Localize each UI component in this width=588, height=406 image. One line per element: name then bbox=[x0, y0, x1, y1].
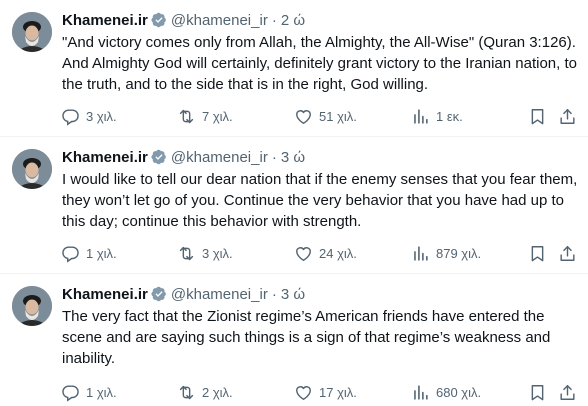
separator-dot: · bbox=[271, 11, 277, 29]
reply-count: 1 χιλ. bbox=[86, 384, 117, 400]
like-icon bbox=[296, 385, 311, 400]
user-handle[interactable]: @khamenei_ir bbox=[171, 12, 268, 29]
reply-button[interactable]: 1 χιλ. bbox=[61, 241, 117, 265]
tweet-feed: Khamenei.ir @khamenei_ir · 2 ώ "And vict… bbox=[0, 0, 588, 406]
views-count: 1 εκ. bbox=[436, 108, 463, 124]
like-count: 24 χιλ. bbox=[319, 245, 357, 261]
repost-button[interactable]: 2 χιλ. bbox=[177, 380, 233, 404]
like-button[interactable]: 51 χιλ. bbox=[294, 104, 357, 128]
avatar[interactable] bbox=[12, 12, 52, 52]
bookmark-button[interactable] bbox=[528, 241, 547, 265]
verified-badge-icon bbox=[151, 149, 166, 165]
reply-icon bbox=[62, 245, 79, 263]
reply-icon bbox=[62, 108, 79, 126]
tweet-text: I would like to tell our dear nation tha… bbox=[62, 171, 578, 230]
share-icon bbox=[560, 384, 575, 400]
action-bar: 1 χιλ. 2 χιλ. 17 χιλ. 680 χιλ. bbox=[55, 380, 588, 404]
repost-count: 7 χιλ. bbox=[202, 108, 233, 124]
reply-count: 3 χιλ. bbox=[86, 108, 117, 124]
views-count: 879 χιλ. bbox=[436, 245, 482, 261]
timestamp[interactable]: 3 ώ bbox=[281, 149, 305, 166]
separator-dot: · bbox=[271, 285, 277, 303]
repost-icon bbox=[179, 109, 194, 123]
views-icon bbox=[414, 245, 428, 261]
action-bar: 1 χιλ. 3 χιλ. 24 χιλ. 879 χιλ. bbox=[55, 241, 588, 265]
verified-badge-icon bbox=[151, 286, 166, 302]
views-button[interactable]: 1 εκ. bbox=[411, 104, 463, 128]
views-button[interactable]: 680 χιλ. bbox=[411, 380, 481, 404]
user-handle[interactable]: @khamenei_ir bbox=[171, 149, 268, 166]
action-bar: 3 χιλ. 7 χιλ. 51 χιλ. 1 εκ. bbox=[55, 104, 588, 128]
repost-button[interactable]: 7 χιλ. bbox=[177, 104, 233, 128]
timestamp[interactable]: 2 ώ bbox=[281, 12, 305, 29]
display-name[interactable]: Khamenei.ir bbox=[62, 12, 148, 29]
reply-count: 1 χιλ. bbox=[86, 245, 117, 261]
share-icon bbox=[560, 108, 575, 124]
avatar[interactable] bbox=[12, 149, 52, 189]
share-button[interactable] bbox=[558, 241, 577, 265]
views-count: 680 χιλ. bbox=[436, 384, 482, 400]
repost-button[interactable]: 3 χιλ. bbox=[177, 241, 233, 265]
bookmark-button[interactable] bbox=[528, 380, 547, 404]
tweet-text: "And victory comes only from Allah, the … bbox=[62, 34, 577, 93]
views-icon bbox=[414, 384, 428, 400]
repost-icon bbox=[179, 246, 194, 260]
views-icon bbox=[414, 108, 428, 124]
share-button[interactable] bbox=[558, 104, 577, 128]
reply-button[interactable]: 3 χιλ. bbox=[61, 104, 117, 128]
display-name[interactable]: Khamenei.ir bbox=[62, 286, 148, 303]
bookmark-icon bbox=[531, 108, 544, 124]
verified-badge-icon bbox=[151, 12, 166, 28]
bookmark-icon bbox=[531, 384, 544, 400]
bookmark-button[interactable] bbox=[528, 104, 547, 128]
separator-dot: · bbox=[271, 148, 277, 166]
share-button[interactable] bbox=[558, 380, 577, 404]
share-icon bbox=[560, 245, 575, 261]
timestamp[interactable]: 3 ώ bbox=[281, 286, 305, 303]
tweet[interactable]: Khamenei.ir @khamenei_ir · 3 ώ The very … bbox=[0, 274, 588, 406]
repost-icon bbox=[179, 385, 194, 399]
like-icon bbox=[296, 246, 311, 261]
repost-count: 2 χιλ. bbox=[202, 384, 233, 400]
tweet[interactable]: Khamenei.ir @khamenei_ir · 2 ώ "And vict… bbox=[0, 0, 588, 137]
like-count: 51 χιλ. bbox=[319, 108, 357, 124]
avatar[interactable] bbox=[12, 286, 52, 326]
reply-button[interactable]: 1 χιλ. bbox=[61, 380, 117, 404]
display-name[interactable]: Khamenei.ir bbox=[62, 149, 148, 166]
user-handle[interactable]: @khamenei_ir bbox=[171, 286, 268, 303]
tweet[interactable]: Khamenei.ir @khamenei_ir · 3 ώ I would l… bbox=[0, 137, 588, 274]
like-count: 17 χιλ. bbox=[319, 384, 357, 400]
bookmark-icon bbox=[531, 245, 544, 261]
repost-count: 3 χιλ. bbox=[202, 245, 233, 261]
views-button[interactable]: 879 χιλ. bbox=[411, 241, 481, 265]
like-button[interactable]: 17 χιλ. bbox=[294, 380, 357, 404]
reply-icon bbox=[62, 384, 79, 402]
tweet-text: The very fact that the Zionist regime’s … bbox=[62, 308, 551, 367]
like-button[interactable]: 24 χιλ. bbox=[294, 241, 357, 265]
like-icon bbox=[296, 109, 311, 124]
